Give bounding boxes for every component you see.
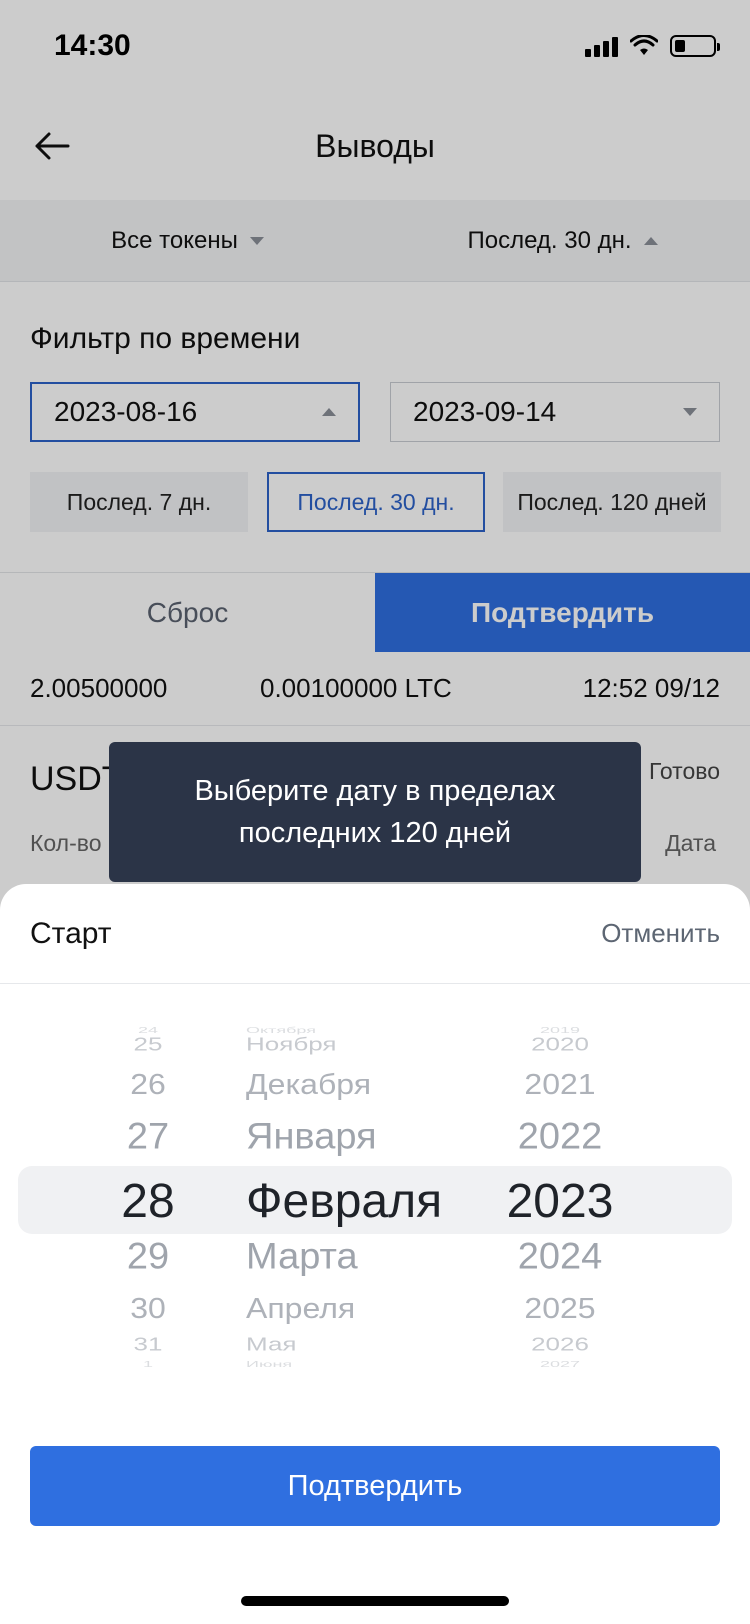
month-option[interactable]: Декабря (230, 1068, 450, 1101)
year-option[interactable]: 2025 (490, 1292, 630, 1325)
month-option[interactable]: Января (230, 1117, 450, 1159)
month-option[interactable]: Ноября (230, 1034, 450, 1055)
day-option[interactable]: 29 (100, 1237, 196, 1279)
year-option[interactable]: 2020 (490, 1034, 630, 1055)
toast-message: Выберите дату в пределах последних 120 д… (109, 742, 641, 882)
month-option[interactable]: Мая (230, 1334, 450, 1355)
year-option[interactable]: 2023 (490, 1174, 630, 1229)
day-option[interactable]: 30 (100, 1292, 196, 1325)
day-wheel[interactable]: 24 25 26 27 28 29 30 31 1 (100, 1024, 196, 1380)
date-picker-sheet: Старт Отменить 24 25 26 27 28 29 30 31 1 Октября… (0, 884, 750, 1624)
month-option[interactable]: Апреля (230, 1292, 450, 1325)
year-option[interactable]: 2026 (490, 1334, 630, 1355)
month-option[interactable]: Февраля (230, 1174, 450, 1229)
confirm-button[interactable]: Подтвердить (30, 1446, 720, 1526)
month-wheel[interactable]: Октября Ноября Декабря Января Февраля Марта Ап… (230, 1024, 450, 1380)
date-wheel-picker[interactable]: 24 25 26 27 28 29 30 31 1 Октября Ноября Декабря Ян… (0, 1024, 750, 1380)
year-option[interactable]: 2027 (490, 1360, 630, 1369)
day-option[interactable]: 28 (100, 1174, 196, 1229)
year-option[interactable]: 2024 (490, 1237, 630, 1279)
year-option[interactable]: 2022 (490, 1117, 630, 1159)
sheet-title: Старт (30, 916, 112, 950)
sheet-header: Старт Отменить (0, 884, 750, 984)
day-option[interactable]: 1 (100, 1360, 196, 1369)
month-option[interactable]: Марта (230, 1237, 450, 1279)
cancel-button[interactable]: Отменить (601, 918, 720, 949)
day-option[interactable]: 31 (100, 1334, 196, 1355)
day-option[interactable]: 26 (100, 1068, 196, 1101)
home-indicator (241, 1596, 509, 1606)
year-wheel[interactable]: 2019 2020 2021 2022 2023 2024 2025 2026 2027 (490, 1024, 630, 1380)
day-option[interactable]: 27 (100, 1117, 196, 1159)
day-option[interactable]: 25 (100, 1034, 196, 1055)
month-option[interactable]: Июня (230, 1360, 450, 1369)
year-option[interactable]: 2021 (490, 1068, 630, 1101)
